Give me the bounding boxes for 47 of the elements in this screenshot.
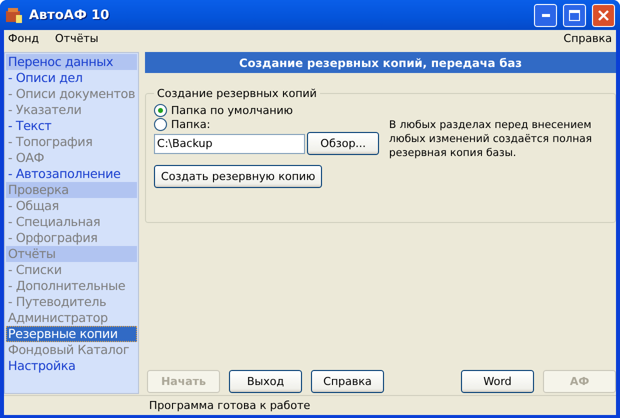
sidebar-item[interactable]: - Автозаполнение (6, 166, 138, 182)
menu-item[interactable]: Отчёты (55, 32, 98, 44)
radio-option[interactable]: Папка по умолчанию (154, 104, 380, 117)
radio-option[interactable]: Папка: (154, 118, 380, 131)
sidebar-item[interactable]: - Общая (6, 198, 138, 214)
action-button[interactable]: Справка (311, 370, 384, 393)
sidebar-header[interactable]: Отчёты (6, 246, 138, 262)
sidebar-item[interactable]: - Специальная (6, 214, 138, 230)
group-title: Создание резервных копий (156, 87, 318, 100)
action-button[interactable]: Word (461, 370, 534, 393)
window-title: АвтоАФ 10 (29, 8, 110, 22)
sidebar-item[interactable]: - ОАФ (6, 150, 138, 166)
sidebar-item[interactable]: - Описи документов (6, 86, 138, 102)
minimize-button[interactable] (534, 4, 557, 26)
close-button[interactable] (592, 4, 615, 26)
info-text: В любых разделах перед внесением любых изменений создаётся полная резервная копия базы. (389, 118, 593, 161)
action-button[interactable]: Выход (229, 370, 302, 393)
status-text: Программа готова к работе (149, 399, 310, 412)
sidebar-item[interactable]: Настройка (6, 358, 138, 374)
sidebar-item[interactable]: - Текст (6, 118, 138, 134)
sidebar-item[interactable]: - Дополнительные (6, 278, 138, 294)
app-icon (5, 6, 23, 24)
sidebar-item[interactable]: Администратор (6, 310, 138, 326)
sidebar-header[interactable]: Проверка (6, 182, 138, 198)
panel-header: Создание резервных копий, передача баз (145, 52, 616, 73)
menu-item[interactable]: Фонд (8, 32, 39, 44)
sidebar-item[interactable]: Резервные копии (6, 326, 138, 342)
browse-button[interactable]: Обзор... (307, 132, 380, 155)
radio-label: Папка по умолчанию (171, 104, 293, 117)
radio-button[interactable] (154, 118, 168, 131)
maximize-button[interactable] (563, 4, 586, 26)
create-backup-button[interactable]: Создать резервную копию (154, 165, 322, 188)
menu-item[interactable]: Справка (564, 32, 612, 44)
sidebar-item[interactable]: - Описи дел (6, 70, 138, 86)
radio-label: Папка: (171, 118, 210, 131)
maximize-icon (569, 10, 580, 20)
folder-field[interactable]: C:\Backup (154, 134, 306, 154)
sidebar-item[interactable]: - Списки (6, 262, 138, 278)
sidebar-item[interactable]: Фондовый Каталог (6, 342, 138, 358)
sidebar-item[interactable]: - Топография (6, 134, 138, 150)
minimize-icon (542, 14, 550, 16)
close-icon (598, 10, 609, 20)
radio-button[interactable] (154, 104, 168, 117)
sidebar-item[interactable]: - Указатели (6, 102, 138, 118)
sidebar-header[interactable]: Перенос данных (6, 54, 138, 70)
sidebar-item[interactable]: - Орфография (6, 230, 138, 246)
sidebar-item[interactable]: - Путеводитель (6, 294, 138, 310)
